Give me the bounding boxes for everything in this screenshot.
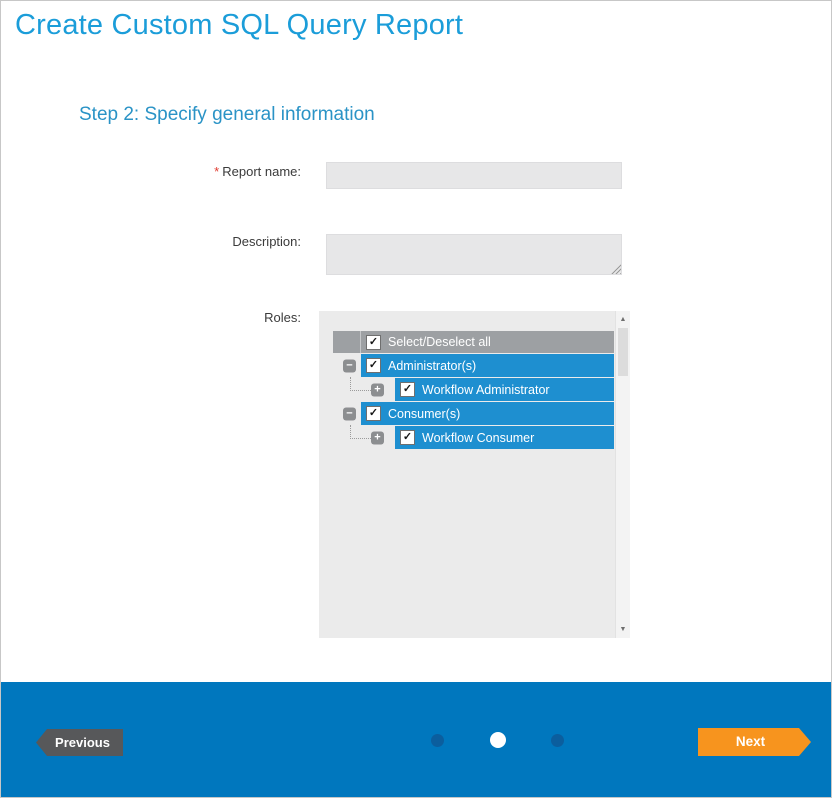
tree-row-label: Consumer(s) — [388, 407, 460, 421]
tree-row-label: Workflow Administrator — [422, 383, 550, 397]
step-heading: Step 2: Specify general information — [79, 104, 375, 126]
tree-row-workflow-consumer[interactable]: + ✓ Workflow Consumer — [333, 426, 614, 449]
collapse-icon[interactable]: − — [343, 407, 356, 420]
select-all-label: Select/Deselect all — [388, 335, 491, 349]
scroll-up-icon[interactable]: ▲ — [616, 312, 630, 327]
description-field-wrap — [326, 234, 622, 275]
step-dot-2-active[interactable] — [490, 732, 506, 748]
tree-row-label: Workflow Consumer — [422, 431, 534, 445]
tree-connector-vertical — [350, 425, 351, 437]
tree-row-bar[interactable]: ✓ Workflow Consumer — [395, 426, 614, 449]
tree-row-bar[interactable]: ✓ Workflow Administrator — [395, 378, 614, 401]
required-asterisk: * — [214, 164, 219, 179]
tree-connector-horizontal — [350, 390, 371, 391]
report-name-label: *Report name: — [214, 164, 301, 179]
tree-connector-vertical — [350, 377, 351, 389]
previous-button[interactable]: Previous — [36, 729, 123, 756]
roles-panel: ✓ Select/Deselect all − ✓ Administrator(… — [319, 311, 630, 638]
scroll-down-icon[interactable]: ▼ — [616, 622, 630, 637]
tree-row-workflow-administrator[interactable]: + ✓ Workflow Administrator — [333, 378, 614, 401]
workflow-administrator-checkbox[interactable]: ✓ — [400, 382, 415, 397]
roles-scrollbar[interactable]: ▲ ▼ — [615, 311, 630, 638]
tree-row-administrators[interactable]: − ✓ Administrator(s) — [333, 354, 614, 377]
tree-row-label: Administrator(s) — [388, 359, 476, 373]
tree-row-consumers[interactable]: − ✓ Consumer(s) — [333, 402, 614, 425]
report-name-input[interactable] — [326, 162, 622, 189]
tree-row-bar[interactable]: ✓ Administrator(s) — [361, 354, 614, 377]
step-dot-1[interactable] — [431, 734, 444, 747]
roles-tree-grid: ✓ Select/Deselect all − ✓ Administrator(… — [333, 331, 614, 449]
administrators-checkbox[interactable]: ✓ — [366, 358, 381, 373]
expand-icon[interactable]: + — [371, 431, 384, 444]
tree-connector-horizontal — [350, 438, 371, 439]
header-stub-cell — [333, 331, 361, 353]
workflow-consumer-checkbox[interactable]: ✓ — [400, 430, 415, 445]
select-all-checkbox[interactable]: ✓ — [366, 335, 381, 350]
wizard-footer: Previous Next — [1, 682, 831, 797]
select-all-row[interactable]: ✓ Select/Deselect all — [333, 331, 614, 353]
report-name-label-text: Report name: — [222, 164, 301, 179]
collapse-icon[interactable]: − — [343, 359, 356, 372]
expand-icon[interactable]: + — [371, 383, 384, 396]
consumers-checkbox[interactable]: ✓ — [366, 406, 381, 421]
next-button[interactable]: Next — [698, 728, 811, 756]
tree-row-bar[interactable]: ✓ Consumer(s) — [361, 402, 614, 425]
scrollbar-thumb[interactable] — [618, 328, 628, 376]
roles-label: Roles: — [264, 310, 301, 325]
step-dot-3[interactable] — [551, 734, 564, 747]
description-label: Description: — [232, 234, 301, 249]
wizard-window: Create Custom SQL Query Report Step 2: S… — [0, 0, 832, 798]
page-title: Create Custom SQL Query Report — [15, 9, 463, 42]
description-textarea[interactable] — [326, 234, 622, 275]
